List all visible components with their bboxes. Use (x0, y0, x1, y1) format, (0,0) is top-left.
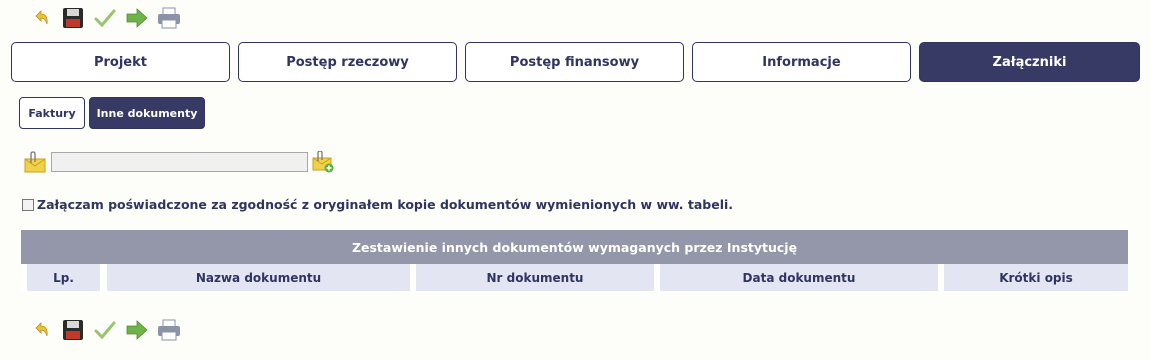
subtab-faktury[interactable]: Faktury (19, 97, 85, 129)
save-icon (63, 8, 83, 28)
column-header-opis: Krótki opis (944, 264, 1128, 291)
documents-table: Zestawienie innych dokumentów wymaganych… (21, 230, 1128, 291)
forward-arrow-icon (126, 320, 148, 340)
approve-button[interactable] (92, 6, 118, 30)
column-header-lp: Lp. (27, 264, 100, 291)
confirmation-label: Załączam poświadczone za zgodność z oryg… (37, 197, 734, 212)
confirmation-checkbox[interactable] (22, 198, 34, 211)
column-header-nazwa: Nazwa dokumentu (107, 264, 410, 291)
print-icon (158, 319, 180, 341)
undo-icon (35, 10, 48, 25)
subtab-inne-dokumenty[interactable]: Inne dokumenty (89, 97, 205, 129)
print-icon (158, 7, 180, 29)
main-tabs: Projekt Postęp rzeczowy Postęp finansowy… (11, 42, 1141, 84)
save-button[interactable] (60, 6, 86, 30)
attachment-row (24, 151, 334, 173)
column-header-data: Data dokumentu (660, 264, 938, 291)
save-button[interactable] (60, 318, 86, 342)
tab-postep-rzeczowy[interactable]: Postęp rzeczowy (238, 42, 457, 82)
forward-button[interactable] (124, 318, 150, 342)
tab-informacje[interactable]: Informacje (692, 42, 911, 82)
attachment-file-input[interactable] (51, 152, 308, 172)
print-button[interactable] (156, 318, 182, 342)
table-header-row: Lp. Nazwa dokumentu Nr dokumentu Data do… (21, 264, 1128, 291)
undo-button[interactable] (28, 318, 54, 342)
checkmark-icon (94, 9, 116, 28)
tab-zalaczniki[interactable]: Załączniki (919, 42, 1140, 82)
tab-postep-finansowy[interactable]: Postęp finansowy (465, 42, 684, 82)
save-icon (63, 320, 83, 340)
undo-icon (35, 322, 48, 337)
table-title: Zestawienie innych dokumentów wymaganych… (21, 230, 1128, 264)
add-envelope-icon[interactable] (312, 151, 334, 173)
toolbar-bottom (28, 318, 182, 342)
forward-button[interactable] (124, 6, 150, 30)
confirmation-row: Załączam poświadczone za zgodność z oryg… (22, 197, 733, 212)
undo-button[interactable] (28, 6, 54, 30)
checkmark-icon (94, 321, 116, 340)
approve-button[interactable] (92, 318, 118, 342)
forward-arrow-icon (126, 8, 148, 28)
toolbar-top (28, 6, 182, 30)
paperclip-envelope-icon[interactable] (24, 151, 46, 173)
print-button[interactable] (156, 6, 182, 30)
tab-projekt[interactable]: Projekt (11, 42, 230, 82)
column-header-nr: Nr dokumentu (416, 264, 654, 291)
